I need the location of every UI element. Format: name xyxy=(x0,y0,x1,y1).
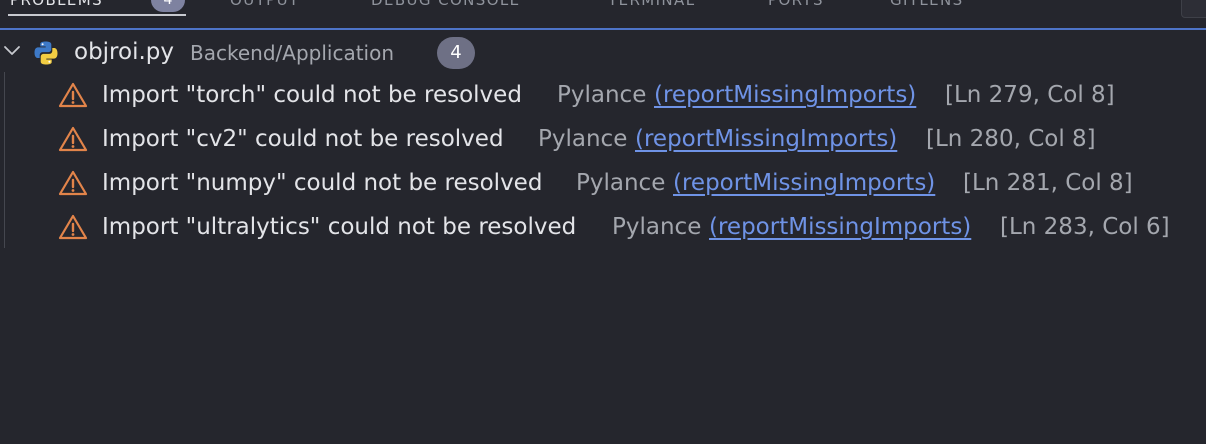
panel-top-border xyxy=(0,28,1206,30)
tab-output[interactable]: OUTPUT xyxy=(230,0,300,13)
python-icon xyxy=(34,41,58,65)
problem-message: Import "cv2" could not be resolved xyxy=(102,126,504,152)
panel-tab-bar: PROBLEMS 4 OUTPUT DEBUG CONSOLE TERMINAL… xyxy=(0,0,1206,30)
problem-source: Pylance xyxy=(557,82,647,108)
file-problem-count-badge: 4 xyxy=(437,37,475,69)
problem-row[interactable]: Import "torch" could not be resolved Pyl… xyxy=(0,73,1206,117)
problem-source: Pylance xyxy=(538,126,628,152)
tab-terminal[interactable]: TERMINAL xyxy=(608,0,695,13)
problem-code-link[interactable]: (reportMissingImports) xyxy=(635,123,897,155)
problem-code-link[interactable]: (reportMissingImports) xyxy=(709,211,971,243)
warning-icon xyxy=(58,214,88,240)
problem-row[interactable]: Import "ultralytics" could not be resolv… xyxy=(0,205,1206,249)
tab-ports[interactable]: PORTS xyxy=(768,0,824,13)
panel-action-button[interactable] xyxy=(1181,0,1206,18)
problem-row[interactable]: Import "cv2" could not be resolved Pylan… xyxy=(0,117,1206,161)
problems-count-badge: 4 xyxy=(151,0,185,12)
file-group-row[interactable]: objroi.py Backend/Application 4 xyxy=(0,34,1206,70)
problem-code-link[interactable]: (reportMissingImports) xyxy=(654,79,916,111)
problem-message: Import "torch" could not be resolved xyxy=(102,82,522,108)
tab-problems[interactable]: PROBLEMS xyxy=(10,0,103,13)
problem-message: Import "ultralytics" could not be resolv… xyxy=(102,214,577,240)
warning-icon xyxy=(58,126,88,152)
problem-row[interactable]: Import "numpy" could not be resolved Pyl… xyxy=(0,161,1206,205)
warning-icon xyxy=(58,82,88,108)
problem-location: [Ln 280, Col 8] xyxy=(926,126,1096,152)
problem-location: [Ln 279, Col 8] xyxy=(945,82,1115,108)
problem-source: Pylance xyxy=(576,170,666,196)
file-path: Backend/Application xyxy=(190,41,395,65)
problem-location: [Ln 283, Col 6] xyxy=(1000,214,1170,240)
problem-location: [Ln 281, Col 8] xyxy=(963,170,1133,196)
problem-message: Import "numpy" could not be resolved xyxy=(102,170,543,196)
active-tab-indicator xyxy=(8,14,186,16)
problem-code-link[interactable]: (reportMissingImports) xyxy=(673,167,935,199)
tab-gitlens[interactable]: GITLENS xyxy=(890,0,964,13)
problem-source: Pylance xyxy=(612,214,702,240)
chevron-down-icon[interactable] xyxy=(2,41,22,61)
file-name: objroi.py xyxy=(74,39,174,65)
tab-debug-console[interactable]: DEBUG CONSOLE xyxy=(371,0,521,13)
problems-panel: PROBLEMS 4 OUTPUT DEBUG CONSOLE TERMINAL… xyxy=(0,0,1206,444)
warning-icon xyxy=(58,170,88,196)
